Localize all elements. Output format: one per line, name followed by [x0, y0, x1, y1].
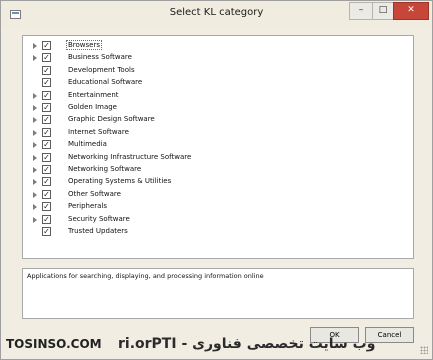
category-checkbox[interactable]: ✓	[42, 140, 51, 150]
tree-item[interactable]: ✓ Internet Software	[23, 127, 413, 139]
category-tree[interactable]: ✓ Browsers ✓ Business Software ✓ Development …	[22, 35, 414, 259]
description-text: Applications for searching, displaying, …	[27, 272, 264, 280]
tree-item-label: Networking Software	[68, 165, 142, 173]
checkmark-icon: ✓	[43, 152, 50, 162]
category-checkbox[interactable]: ✓	[42, 41, 51, 50]
expand-arrow-icon[interactable]	[33, 142, 37, 149]
tree-item-label: Golden Image	[68, 103, 117, 111]
category-checkbox[interactable]: ✓	[42, 78, 51, 88]
watermark-right-text: وب سایت تخصصی فناوری - ITPro.ir	[118, 336, 376, 352]
tree-item-label: Trusted Updaters	[68, 227, 128, 235]
category-checkbox[interactable]: ✓	[42, 53, 51, 63]
expand-arrow-icon[interactable]	[33, 154, 37, 161]
watermark: TOSINSO.COM وب سایت تخصصی فناوری - ITPro…	[0, 336, 433, 358]
tree-item[interactable]: ✓ Development Tools	[23, 65, 413, 77]
close-button[interactable]: ✕	[393, 2, 429, 20]
checkmark-icon: ✓	[43, 90, 50, 100]
resize-grip[interactable]	[420, 346, 428, 354]
checkmark-icon: ✓	[43, 115, 50, 125]
expand-arrow-icon[interactable]	[33, 92, 37, 99]
tree-item-label: Peripherals	[68, 202, 108, 211]
checkmark-icon: ✓	[43, 65, 50, 75]
category-checkbox[interactable]: ✓	[42, 152, 51, 162]
tree-item[interactable]: ✓ Educational Software	[23, 77, 413, 89]
checkmark-icon: ✓	[43, 140, 50, 150]
category-checkbox[interactable]: ✓	[42, 202, 51, 212]
checkmark-icon: ✓	[43, 227, 50, 236]
category-checkbox[interactable]: ✓	[42, 214, 51, 224]
tree-item[interactable]: ✓ Business Software	[23, 52, 413, 64]
tree-item-label: Operating Systems & Utilities	[68, 177, 172, 186]
expand-arrow-icon[interactable]	[33, 191, 37, 198]
category-checkbox[interactable]: ✓	[42, 115, 51, 125]
tree-item-label: Internet Software	[68, 127, 129, 136]
tree-item[interactable]: ✓ Trusted Updaters	[23, 226, 413, 238]
category-checkbox[interactable]: ✓	[42, 65, 51, 75]
description-panel: Applications for searching, displaying, …	[22, 268, 414, 319]
checkmark-icon: ✓	[43, 165, 50, 174]
tree-item-label: Multimedia	[68, 140, 107, 149]
tree-item[interactable]: ✓ Entertainment	[23, 90, 413, 102]
category-checkbox[interactable]: ✓	[42, 189, 51, 199]
minimize-button[interactable]: –	[349, 2, 373, 20]
checkmark-icon: ✓	[43, 103, 50, 112]
watermark-left-text: TOSINSO.COM	[6, 337, 102, 351]
maximize-button[interactable]: □	[372, 2, 394, 20]
tree-item-label: Graphic Design Software	[68, 115, 155, 124]
tree-item-label: Entertainment	[68, 90, 119, 99]
expand-arrow-icon[interactable]	[33, 167, 37, 173]
checkmark-icon: ✓	[43, 177, 50, 187]
expand-arrow-icon[interactable]	[33, 117, 37, 124]
tree-item[interactable]: ✓ Golden Image	[23, 102, 413, 114]
category-checkbox[interactable]: ✓	[42, 127, 51, 137]
expand-arrow-icon[interactable]	[33, 179, 37, 186]
tree-item-label: Networking Infrastructure Software	[68, 152, 192, 161]
tree-item-label: Development Tools	[68, 65, 135, 74]
expand-arrow-icon[interactable]	[33, 216, 37, 223]
tree-item-label: Security Software	[68, 214, 130, 223]
tree-item-label: Educational Software	[68, 78, 143, 87]
tree-item[interactable]: ✓ Security Software	[23, 214, 413, 226]
tree-item-label: Business Software	[68, 53, 132, 62]
category-checkbox[interactable]: ✓	[42, 103, 51, 112]
tree-item[interactable]: ✓ Peripherals	[23, 201, 413, 213]
tree-item[interactable]: ✓ Other Software	[23, 189, 413, 201]
category-checkbox[interactable]: ✓	[42, 177, 51, 187]
checkmark-icon: ✓	[43, 78, 50, 88]
expand-arrow-icon[interactable]	[33, 43, 37, 49]
category-checkbox[interactable]: ✓	[42, 90, 51, 100]
tree-item[interactable]: ✓ Operating Systems & Utilities	[23, 176, 413, 188]
dialog-window: Select KL category – □ ✕ ✓ Browsers ✓ Busin…	[0, 0, 433, 360]
expand-arrow-icon[interactable]	[33, 204, 37, 211]
checkmark-icon: ✓	[43, 214, 50, 224]
tree-item[interactable]: ✓ Graphic Design Software	[23, 114, 413, 126]
category-checkbox[interactable]: ✓	[42, 165, 51, 174]
tree-item[interactable]: ✓ Multimedia	[23, 139, 413, 151]
checkmark-icon: ✓	[43, 41, 50, 50]
checkmark-icon: ✓	[43, 189, 50, 199]
expand-arrow-icon[interactable]	[33, 105, 37, 111]
tree-item-label: Browsers	[65, 40, 103, 50]
checkmark-icon: ✓	[43, 53, 50, 63]
expand-arrow-icon[interactable]	[33, 129, 37, 136]
title-bar[interactable]: Select KL category – □ ✕	[1, 1, 432, 29]
category-checkbox[interactable]: ✓	[42, 227, 51, 236]
tree-item[interactable]: ✓ Browsers	[23, 40, 413, 52]
checkmark-icon: ✓	[43, 127, 50, 137]
tree-item-label: Other Software	[68, 189, 121, 198]
expand-arrow-icon[interactable]	[33, 55, 37, 62]
tree-item[interactable]: ✓ Networking Software	[23, 164, 413, 176]
tree-item[interactable]: ✓ Networking Infrastructure Software	[23, 152, 413, 164]
checkmark-icon: ✓	[43, 202, 50, 212]
